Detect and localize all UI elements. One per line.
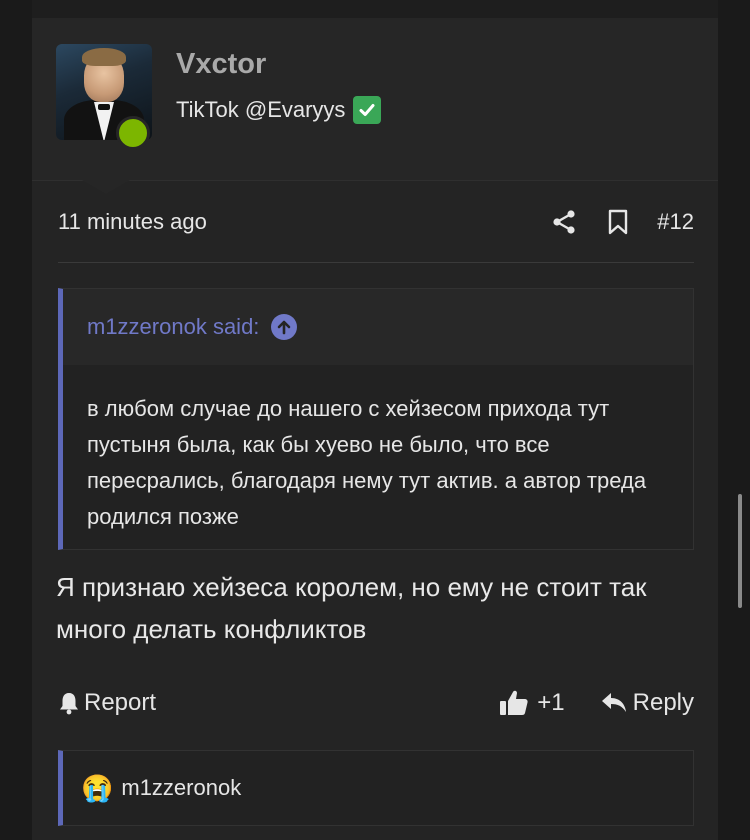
- reply-icon: [601, 693, 626, 712]
- page-scrollbar[interactable]: [738, 494, 742, 608]
- check-mark-icon: [353, 96, 382, 124]
- reactions-bar[interactable]: 😭 m1zzeronok: [58, 750, 694, 826]
- report-label: Report: [84, 689, 157, 716]
- post-message: Я признаю хейзеса королем, но ему не сто…: [56, 572, 647, 644]
- post-meta-row: 11 minutes ago #12: [58, 196, 694, 248]
- like-count: +1: [537, 689, 565, 716]
- bookmark-icon[interactable]: [603, 207, 633, 237]
- bell-icon: [60, 693, 78, 715]
- share-icon[interactable]: [549, 207, 579, 237]
- post-actions-row: Report +1 Reply: [58, 680, 694, 726]
- reaction-user-link[interactable]: m1zzeronok: [121, 775, 241, 801]
- post-timestamp[interactable]: 11 minutes ago: [58, 209, 207, 235]
- username[interactable]: Vxctor: [176, 48, 266, 81]
- post-user-header: Vxctor TikTok @Evaryys: [32, 18, 718, 194]
- online-status-indicator: [116, 116, 150, 150]
- user-title: TikTok @Evaryys: [176, 96, 382, 124]
- quote-text: в любом случае до нашего с хейзесом прих…: [87, 396, 647, 529]
- crying-face-icon: 😭: [81, 773, 114, 803]
- reply-button[interactable]: Reply: [601, 689, 694, 717]
- reply-label: Reply: [632, 689, 694, 716]
- user-title-text: TikTok @Evaryys: [176, 97, 346, 122]
- avatar-bowtie: [98, 104, 110, 110]
- arrow-up-icon[interactable]: [271, 314, 298, 340]
- post-meta-actions: #12: [549, 207, 694, 237]
- report-button[interactable]: Report: [58, 689, 156, 717]
- meta-divider: [58, 262, 694, 263]
- post-number-link[interactable]: #12: [657, 209, 694, 235]
- like-button[interactable]: +1: [499, 689, 565, 717]
- thumbs-up-icon: [500, 690, 528, 715]
- quote-header: m1zzeronok said:: [63, 289, 693, 365]
- right-actions: +1 Reply: [499, 689, 694, 717]
- avatar-hair: [82, 48, 126, 66]
- quote-block: m1zzeronok said: в любом случае до нашег…: [58, 288, 694, 550]
- header-pointer: [82, 180, 130, 194]
- post-container: Vxctor TikTok @Evaryys 11 minutes ago #1…: [32, 0, 718, 840]
- previous-post-edge: [32, 0, 718, 18]
- quote-author-link[interactable]: m1zzeronok said:: [87, 314, 259, 340]
